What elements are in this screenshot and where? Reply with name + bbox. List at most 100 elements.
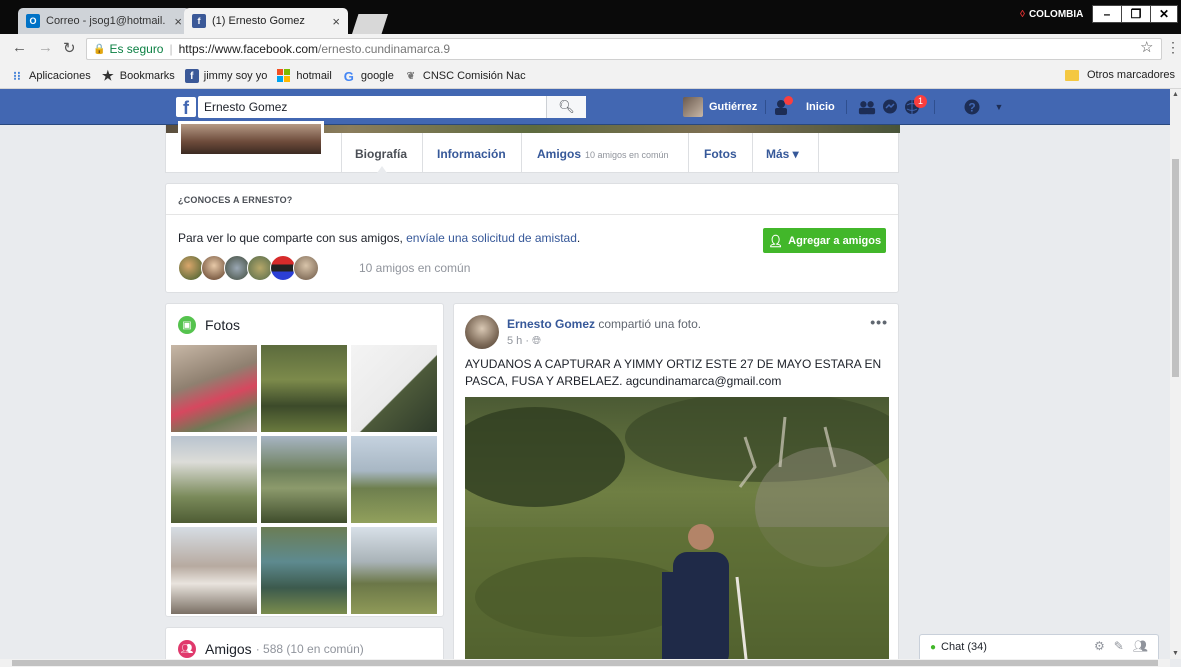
close-window-button[interactable]: ✕: [1150, 5, 1178, 23]
bookmark-label: Bookmarks: [119, 70, 175, 82]
google-icon: G: [343, 68, 354, 84]
post-action: compartió una foto.: [595, 317, 702, 331]
close-tab-icon[interactable]: ×: [332, 14, 340, 29]
group-chat-icon[interactable]: 👥︎: [1133, 639, 1148, 653]
post-options-button[interactable]: •••: [870, 314, 888, 330]
bookmark-bookmarks[interactable]: ★ Bookmarks: [101, 68, 175, 83]
search-icon: 🔍︎: [558, 99, 575, 114]
send-request-link[interactable]: envíale una solicitud de amistad: [406, 231, 577, 245]
bookmark-cnsc[interactable]: ❦ CNSC Comisión Nac: [404, 69, 526, 83]
photo-thumbnail[interactable]: [171, 345, 257, 432]
photo-thumbnail[interactable]: [351, 527, 437, 614]
home-link[interactable]: Inicio: [806, 89, 835, 125]
bookmark-jimmy[interactable]: f jimmy soy yo: [184, 69, 267, 83]
avatar[interactable]: [293, 255, 319, 281]
know-person-card: ¿CONOCES A ERNESTO? Para ver lo que comp…: [165, 183, 899, 293]
photos-title[interactable]: ▣ Fotos: [178, 316, 240, 334]
messenger-icon[interactable]: [881, 99, 899, 115]
photo-thumbnail[interactable]: [171, 436, 257, 523]
divider: [521, 133, 522, 173]
vertical-scrollbar[interactable]: ▲ ▼: [1170, 89, 1181, 659]
friend-request-message: Para ver lo que comparte con sus amigos,…: [178, 231, 580, 245]
bookmark-star-icon[interactable]: ☆: [1140, 38, 1153, 56]
post-card: Ernesto Gomez compartió una foto. 5 h · …: [453, 303, 899, 667]
bookmark-otros-marcadores[interactable]: Otros marcadores: [1064, 69, 1175, 81]
chat-bar[interactable]: ● Chat (34) ⚙ ✎ 👥︎: [919, 634, 1159, 659]
reload-icon[interactable]: ↻: [63, 39, 76, 57]
facebook-icon: f: [184, 69, 199, 83]
secure-label: Es seguro: [109, 42, 164, 56]
find-friends-icon[interactable]: [772, 96, 793, 115]
mutual-friends-count[interactable]: 10 amigos en común: [359, 261, 470, 275]
facebook-logo-icon[interactable]: f: [176, 97, 196, 118]
post-author-link[interactable]: Ernesto Gomez: [507, 317, 595, 331]
bookmark-label: hotmail: [296, 70, 332, 82]
friend-requests-icon[interactable]: [858, 99, 876, 115]
avatar[interactable]: [465, 315, 499, 349]
bookmarks-bar: ⁝⁝ Aplicaciones ★ Bookmarks f jimmy soy …: [0, 64, 1181, 89]
friends-title[interactable]: 👥︎ Amigos · 588 (10 en común): [178, 640, 364, 658]
url-input[interactable]: 🔒 Es seguro | https://www.facebook.com/e…: [86, 38, 1162, 60]
photo-icon: ▣: [178, 316, 196, 334]
bookmark-label: Aplicaciones: [29, 70, 91, 82]
svg-text:?: ?: [968, 101, 975, 115]
compose-icon[interactable]: ✎: [1114, 639, 1124, 653]
photo-thumbnail[interactable]: [171, 527, 257, 614]
photo-thumbnail[interactable]: [261, 436, 347, 523]
photos-card: ▣ Fotos: [165, 303, 444, 617]
maximize-button[interactable]: ❐: [1121, 5, 1151, 23]
search-input[interactable]: Ernesto Gomez: [198, 96, 586, 118]
tab-fotos[interactable]: Fotos: [704, 147, 737, 161]
tab-mas[interactable]: Más ▾: [766, 147, 799, 161]
message-suffix: .: [576, 231, 581, 245]
profile-picture[interactable]: [178, 121, 324, 157]
chevron-down-icon[interactable]: ▼: [990, 99, 1008, 115]
scrollbar-thumb[interactable]: [1172, 159, 1179, 377]
post-timestamp[interactable]: 5 h · 🌐︎: [507, 335, 541, 348]
minimize-button[interactable]: –: [1092, 5, 1122, 23]
forward-icon[interactable]: →: [38, 39, 53, 56]
address-bar-row: ← → ↻ 🔒 Es seguro | https://www.facebook…: [0, 34, 1181, 64]
globe-icon: 🌐︎: [532, 335, 541, 347]
notification-badge: 1: [913, 95, 927, 108]
post-photo[interactable]: [465, 397, 889, 667]
message-prefix: Para ver lo que comparte con sus amigos,: [178, 231, 407, 245]
photo-thumbnail[interactable]: [351, 436, 437, 523]
profile-link[interactable]: Gutiérrez: [683, 89, 757, 125]
notifications-globe-icon[interactable]: 1: [903, 95, 927, 115]
add-friend-button[interactable]: 👤︎ Agregar a amigos: [763, 228, 886, 253]
bookmark-aplicaciones[interactable]: ⁝⁝ Aplicaciones: [10, 69, 91, 83]
tab-informacion[interactable]: Información: [437, 147, 506, 161]
star-icon: ★: [101, 68, 114, 83]
help-icon[interactable]: ?: [963, 99, 981, 115]
horizontal-scrollbar[interactable]: [0, 659, 1170, 667]
add-friend-icon: 👤︎: [767, 233, 784, 248]
tab-facebook[interactable]: f (1) Ernesto Gomez ×: [184, 8, 348, 34]
search-button[interactable]: 🔍︎: [546, 96, 586, 118]
photo-thumbnail[interactable]: [261, 345, 347, 432]
bookmark-label: Otros marcadores: [1086, 69, 1175, 81]
scroll-up-icon[interactable]: ▲: [1172, 91, 1179, 98]
divider: [422, 133, 423, 173]
close-tab-icon[interactable]: ×: [174, 14, 182, 29]
vpn-icon: ◊: [1020, 9, 1025, 20]
gear-icon[interactable]: ⚙: [1094, 639, 1105, 653]
new-tab-button[interactable]: [352, 14, 388, 34]
tab-title: (1) Ernesto Gomez: [212, 15, 305, 27]
photos-title-label: Fotos: [205, 317, 241, 333]
back-icon[interactable]: ←: [12, 39, 27, 56]
bookmark-hotmail[interactable]: hotmail: [277, 69, 332, 83]
url-host: https://www.facebook.com: [178, 42, 319, 56]
photo-thumbnail[interactable]: [261, 527, 347, 614]
folder-icon: [1064, 69, 1079, 81]
scrollbar-thumb[interactable]: [12, 660, 1158, 666]
bookmark-label: CNSC Comisión Nac: [422, 70, 526, 82]
photo-thumbnail[interactable]: [351, 345, 437, 432]
chat-label: Chat (34): [941, 641, 987, 653]
tab-biografia[interactable]: Biografía: [355, 147, 407, 161]
tab-correo[interactable]: O Correo - jsog1@hotmail. ×: [18, 8, 190, 34]
scroll-down-icon[interactable]: ▼: [1172, 650, 1179, 657]
bookmark-google[interactable]: G google: [342, 68, 394, 84]
tab-amigos[interactable]: Amigos 10 amigos en común: [537, 147, 669, 161]
menu-kebab-icon[interactable]: ⋮: [1166, 39, 1180, 56]
